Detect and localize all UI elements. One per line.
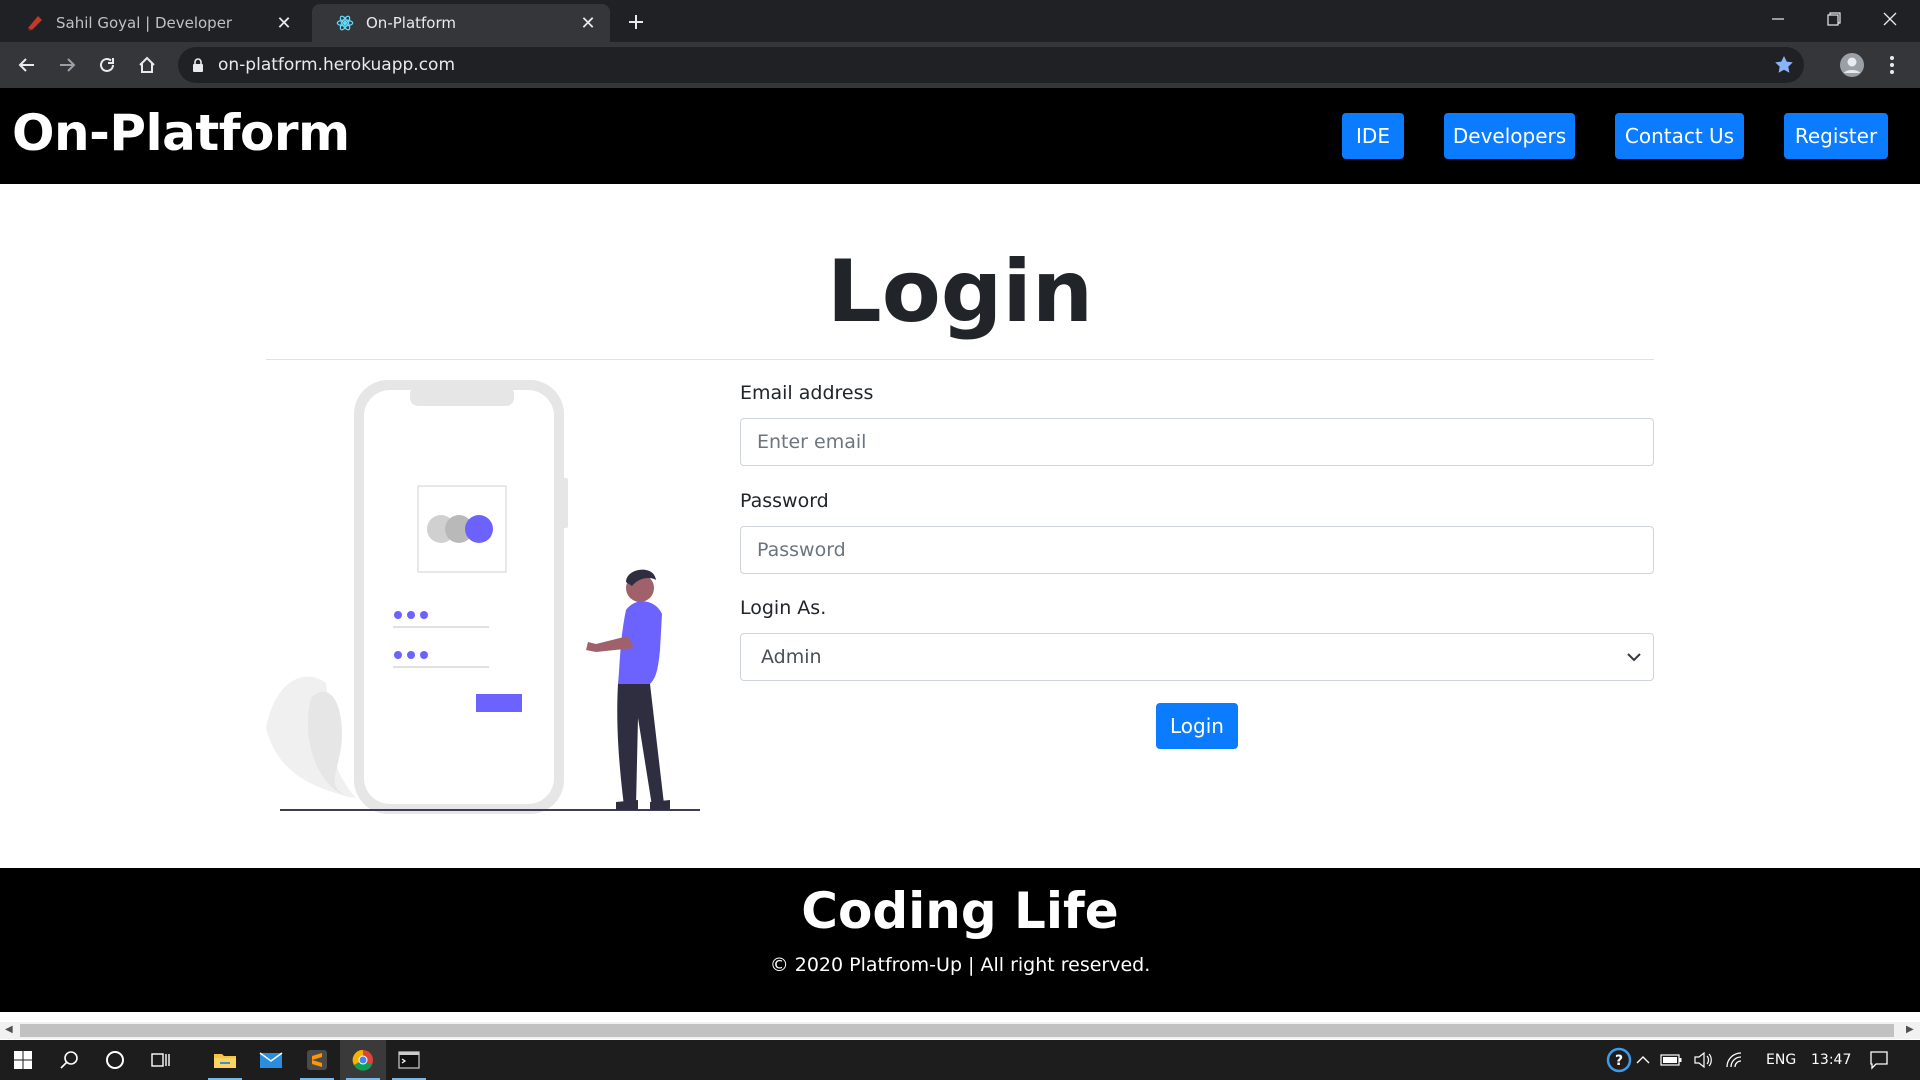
show-hidden-icons-chevron-up-icon[interactable] [1630, 1040, 1656, 1080]
start-button[interactable] [0, 1040, 46, 1080]
windows-logo-icon [14, 1051, 32, 1069]
arrow-left-icon [18, 58, 34, 72]
minimize-window-button[interactable] [1750, 0, 1806, 38]
site-footer: Coding Life © 2020 Platfrom-Up | All rig… [0, 868, 1920, 1012]
arrow-right-icon [60, 58, 76, 72]
bookmark-star-icon[interactable] [1772, 53, 1796, 77]
login-illustration [266, 378, 706, 818]
reload-button[interactable] [91, 49, 123, 81]
task-view-button[interactable] [138, 1040, 184, 1080]
footer-title: Coding Life [801, 882, 1119, 940]
login-as-value: Admin [761, 646, 822, 668]
password-label: Password [740, 490, 829, 512]
terminal-taskbar-icon[interactable] [386, 1040, 432, 1080]
task-view-icon [151, 1053, 170, 1067]
file-explorer-taskbar-icon[interactable] [202, 1040, 248, 1080]
footer-copyright: © 2020 Platfrom-Up | All right reserved. [769, 954, 1151, 976]
svg-text:?: ? [1615, 1053, 1623, 1069]
close-icon [1883, 12, 1897, 26]
password-field[interactable]: Password [740, 526, 1654, 574]
login-page: Login Email address Enter email Password… [0, 184, 1920, 868]
kebab-menu-icon [1890, 56, 1894, 74]
browser-tab-on-platform[interactable]: On-Platform ✕ [312, 4, 610, 42]
title-divider [266, 359, 1654, 360]
scroll-right-arrow-icon[interactable]: ▶ [1906, 1025, 1916, 1035]
scrollbar-thumb[interactable] [20, 1024, 1894, 1037]
windows-taskbar: ? ENG 13:47 [0, 1040, 1920, 1080]
nav-ide-button[interactable]: IDE [1342, 113, 1404, 159]
login-as-select[interactable]: Admin [740, 633, 1654, 681]
input-language-indicator[interactable]: ENG [1766, 1052, 1796, 1068]
restore-icon [1827, 12, 1841, 26]
close-tab-icon[interactable]: ✕ [274, 13, 294, 34]
back-button[interactable] [11, 49, 43, 81]
tab-title: Sahil Goyal | Developer [56, 14, 233, 32]
lock-icon [193, 57, 203, 72]
forward-button[interactable] [51, 49, 83, 81]
plus-icon [629, 15, 643, 29]
site-header: On-Platform IDE Developers Contact Us Re… [0, 88, 1920, 184]
mail-taskbar-icon[interactable] [248, 1040, 294, 1080]
browser-tab-developer[interactable]: Sahil Goyal | Developer ✕ [2, 4, 306, 42]
page-title: Login [826, 242, 1094, 342]
close-window-button[interactable] [1862, 0, 1918, 38]
minimize-icon [1772, 18, 1784, 20]
react-favicon-icon [336, 14, 354, 32]
taskbar-search-button[interactable] [46, 1040, 92, 1080]
login-as-label: Login As. [740, 597, 827, 619]
email-label: Email address [740, 382, 874, 404]
chevron-down-icon [1627, 653, 1641, 662]
browser-tab-strip: Sahil Goyal | Developer ✕ On-Platform ✕ [0, 0, 1920, 42]
volume-icon[interactable] [1688, 1040, 1718, 1080]
home-icon [139, 56, 155, 73]
taskbar-clock[interactable]: 13:47 [1811, 1052, 1851, 1068]
url-text: on-platform.herokuapp.com [218, 55, 456, 75]
login-submit-button[interactable]: Login [1156, 703, 1238, 749]
sublime-text-taskbar-icon[interactable] [294, 1040, 340, 1080]
nav-developers-button[interactable]: Developers [1444, 113, 1575, 159]
profile-avatar[interactable] [1836, 49, 1868, 81]
close-tab-icon[interactable]: ✕ [578, 13, 598, 34]
brand-logo[interactable]: On-Platform [12, 104, 350, 162]
wifi-icon[interactable] [1720, 1040, 1750, 1080]
nav-register-button[interactable]: Register [1784, 113, 1888, 159]
battery-icon[interactable] [1656, 1040, 1686, 1080]
cortana-button[interactable] [92, 1040, 138, 1080]
scroll-left-arrow-icon[interactable]: ◀ [5, 1025, 15, 1035]
restore-window-button[interactable] [1806, 0, 1862, 38]
address-bar[interactable]: on-platform.herokuapp.com [178, 47, 1804, 83]
search-icon [60, 1051, 78, 1069]
horizontal-scrollbar[interactable]: ◀ ▶ [0, 1022, 1920, 1039]
chrome-taskbar-icon[interactable] [340, 1040, 386, 1080]
reload-icon [100, 57, 114, 72]
browser-toolbar: on-platform.herokuapp.com [0, 42, 1920, 88]
action-center-button[interactable] [1856, 1040, 1902, 1080]
home-button[interactable] [131, 49, 163, 81]
avatar-icon [1840, 53, 1864, 77]
tab-title: On-Platform [366, 14, 456, 32]
developer-favicon-icon [26, 14, 44, 32]
nav-contact-us-button[interactable]: Contact Us [1615, 113, 1744, 159]
new-tab-button[interactable] [620, 6, 652, 38]
browser-menu-button[interactable] [1876, 49, 1908, 81]
cortana-circle-icon [106, 1051, 124, 1069]
email-field[interactable]: Enter email [740, 418, 1654, 466]
notification-icon [1870, 1051, 1888, 1070]
